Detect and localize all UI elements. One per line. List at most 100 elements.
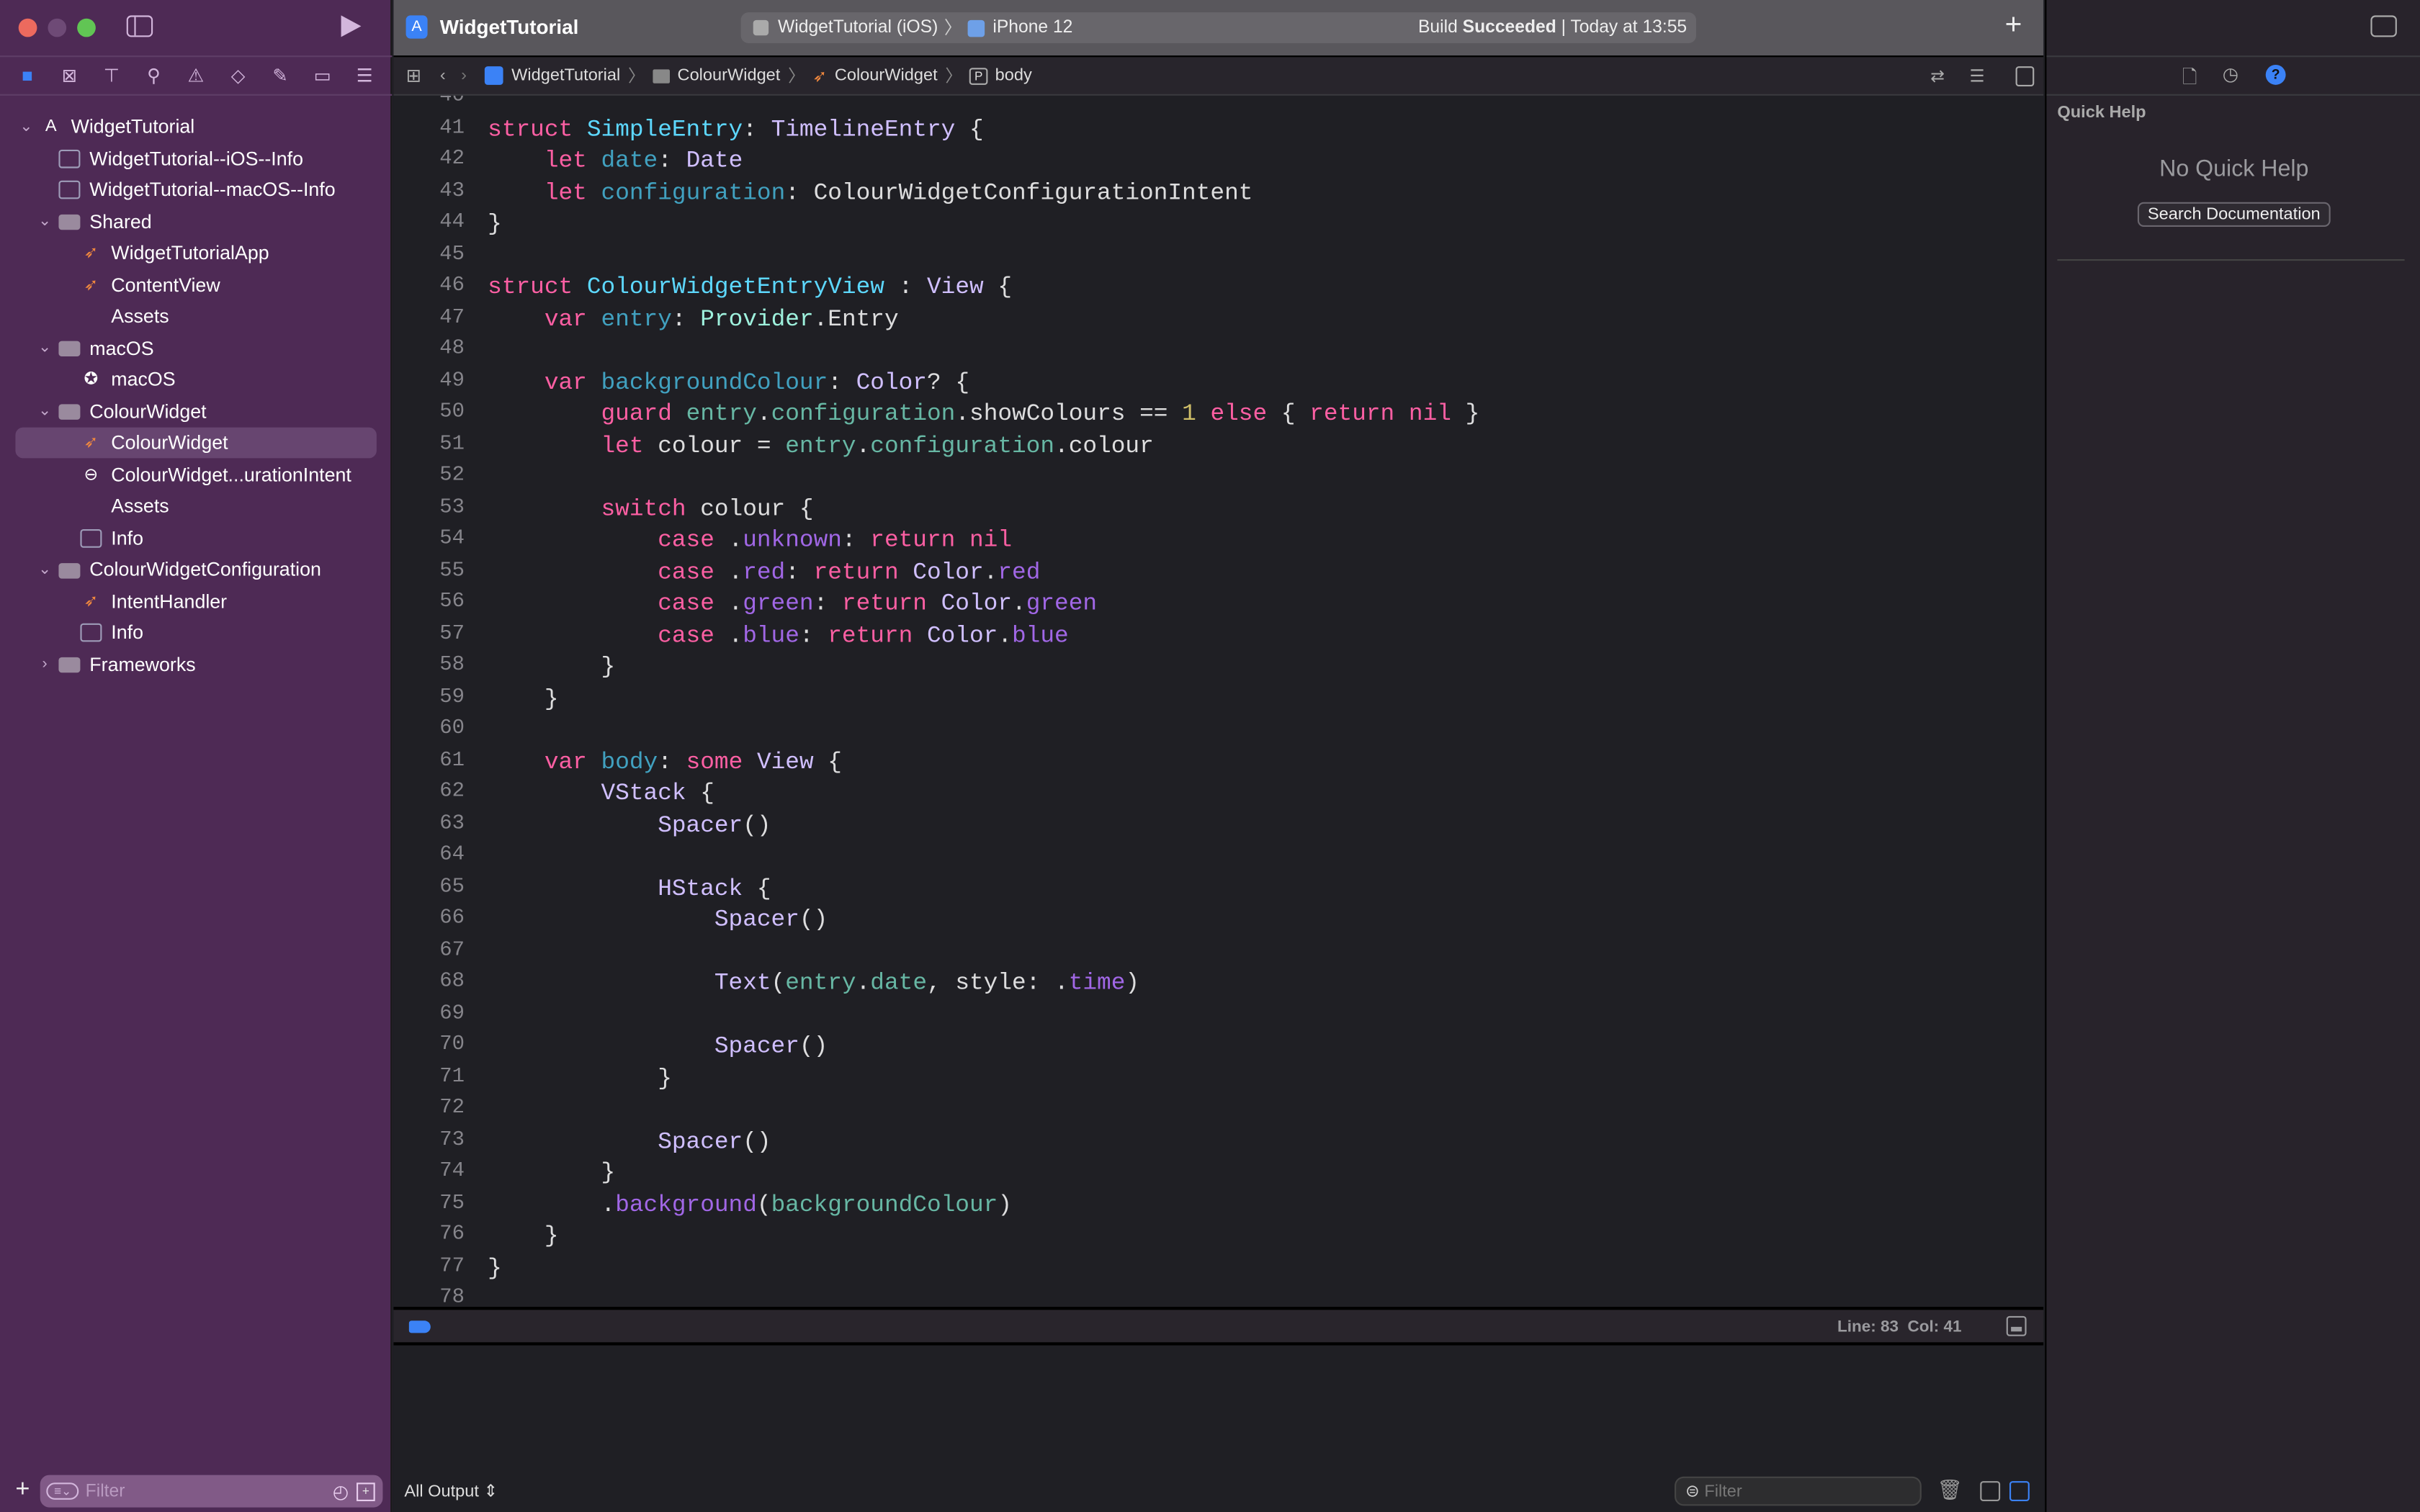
code-token: : <box>828 368 856 396</box>
source-editor[interactable]: 40 41 struct SimpleEntry: TimelineEntry {4… <box>393 95 2044 1307</box>
file-tree-item[interactable]: Assets <box>15 301 376 332</box>
code-line: 46 struct ColourWidgetEntryView : View { <box>393 271 2029 303</box>
issue-warning-icon[interactable]: ⚠ <box>184 65 208 86</box>
intent-icon: ⊖ <box>84 465 99 484</box>
related-items-icon[interactable]: ⊞ <box>406 65 422 86</box>
chevron-down-icon[interactable]: ⌄ <box>37 339 52 356</box>
file-inspector-icon[interactable]: 🗋 <box>2182 63 2197 96</box>
file-tree-item[interactable]: Info <box>15 617 376 648</box>
code-token: var <box>544 368 587 396</box>
file-tree-item[interactable]: ⌄ macOS <box>15 333 376 364</box>
code-text: case .blue: return Color.blue <box>488 619 1069 651</box>
report-icon[interactable]: ☰ <box>352 65 377 86</box>
add-editor-icon[interactable] <box>2015 66 2035 86</box>
chevron-down-icon[interactable]: ⌄ <box>37 402 52 420</box>
show-variables-view-icon[interactable] <box>1980 1481 2001 1501</box>
code-text: Spacer() <box>488 1030 828 1062</box>
file-tree-item[interactable]: ⊖ ColourWidget...urationIntent <box>15 459 376 490</box>
trash-icon[interactable]: 🗑 <box>1937 1478 1962 1503</box>
file-tree-item[interactable]: WidgetTutorial--macOS--Info <box>15 174 376 205</box>
breadcrumb-symbol[interactable]: body <box>995 66 1032 85</box>
forward-button[interactable]: › <box>461 66 467 85</box>
toggle-debug-area-icon[interactable] <box>2006 1315 2027 1336</box>
code-review-icon[interactable]: ⇄ <box>1930 66 1945 86</box>
breadcrumb-group[interactable]: ColourWidget <box>678 66 781 85</box>
chevron-down-icon[interactable]: ⌄ <box>19 118 34 135</box>
output-selector[interactable]: All Output ⇕ <box>404 1481 498 1501</box>
quick-help-icon[interactable]: ? <box>2265 65 2286 85</box>
file-tree-item[interactable]: ⌄ A WidgetTutorial <box>15 111 376 142</box>
file-tree-item[interactable]: WidgetTutorial--iOS--Info <box>15 143 376 174</box>
code-token: green <box>743 589 814 618</box>
search-documentation-button[interactable]: Search Documentation <box>2136 202 2331 227</box>
file-tree-item-label: WidgetTutorialApp <box>111 242 269 264</box>
chevron-right-icon: 〉 <box>627 68 645 86</box>
breadcrumb-project[interactable]: WidgetTutorial <box>511 66 620 85</box>
line-number: 45 <box>439 243 465 266</box>
code-token: } <box>488 210 502 238</box>
close-window-button[interactable] <box>18 18 37 37</box>
code-token: Text <box>714 968 771 997</box>
breakpoint-icon[interactable]: ▭ <box>310 65 335 86</box>
console-filter-field[interactable]: ⊜ Filter <box>1675 1476 1922 1506</box>
chevron-down-icon[interactable]: ⌄ <box>37 561 52 578</box>
add-file-button[interactable]: + <box>15 1477 30 1505</box>
source-control-filter-icon[interactable]: + <box>356 1482 375 1500</box>
code-token: . <box>998 621 1013 649</box>
file-tree-item[interactable]: ➶ IntentHandler <box>15 585 376 616</box>
editor-options-icon[interactable]: ☰ <box>1970 66 1985 86</box>
code-token: } <box>488 1158 616 1187</box>
back-button[interactable]: ‹ <box>440 66 446 85</box>
code-text: let colour = entry.configuration.colour <box>488 430 1154 462</box>
build-time: | Today at 13:55 <box>1561 18 1688 37</box>
debug-area-breakpoint-icon[interactable] <box>408 1320 431 1333</box>
file-tree-item[interactable]: › Frameworks <box>15 649 376 680</box>
run-button[interactable] <box>341 15 362 37</box>
source-control-icon[interactable]: ⊠ <box>57 65 81 86</box>
test-diamond-icon[interactable]: ◇ <box>225 65 250 86</box>
code-token: nil <box>1408 400 1451 428</box>
scheme-selector[interactable]: WidgetTutorial (iOS) <box>778 19 938 37</box>
file-tree-item[interactable]: Assets <box>15 490 376 521</box>
chevron-down-icon[interactable]: ⌄ <box>37 213 52 230</box>
filter-options-icon[interactable]: ≡⌄ <box>46 1482 80 1500</box>
code-token: blue <box>743 621 799 649</box>
folder-icon <box>58 404 81 420</box>
code-text: HStack { <box>488 873 771 904</box>
history-inspector-icon[interactable]: ◷ <box>2223 63 2238 85</box>
debug-spray-icon[interactable]: ✎ <box>268 65 292 86</box>
file-tree-item[interactable]: ⌄ Shared <box>15 206 376 237</box>
file-tree-item-label: WidgetTutorial <box>71 115 195 138</box>
code-text: let date: Date <box>488 145 743 176</box>
filter-placeholder: Filter <box>85 1482 125 1500</box>
symbol-navigator-icon[interactable]: ⊤ <box>99 65 124 86</box>
file-tree-item[interactable]: ➶ WidgetTutorialApp <box>15 238 376 269</box>
recent-files-icon[interactable]: ◴ <box>333 1480 349 1502</box>
file-tree-item[interactable]: ⌄ ColourWidgetConfiguration <box>15 554 376 585</box>
file-tree-item[interactable]: Info <box>15 522 376 553</box>
code-token: ) <box>1125 968 1140 997</box>
navigator-filter-field[interactable]: ≡⌄ Filter ◴ + <box>40 1475 383 1508</box>
find-icon[interactable]: ⚲ <box>141 65 166 86</box>
swift-icon: ➶ <box>84 591 99 611</box>
file-tree-item[interactable]: ➶ ContentView <box>15 269 376 300</box>
file-tree-item[interactable]: ➶ ColourWidget <box>15 427 377 459</box>
toggle-inspector-icon[interactable] <box>2370 15 2397 37</box>
device-selector[interactable]: iPhone 12 <box>992 19 1072 37</box>
chevron-right-icon[interactable]: › <box>37 656 52 673</box>
toolbar: A WidgetTutorial WidgetTutorial (iOS) 〉 … <box>393 0 2044 56</box>
file-tree-item[interactable]: ✪ macOS <box>15 364 376 395</box>
minimize-window-button[interactable] <box>48 18 67 37</box>
zoom-window-button[interactable] <box>77 18 96 37</box>
toggle-sidebar-icon[interactable] <box>126 15 153 37</box>
add-library-button[interactable]: + <box>2005 9 2022 43</box>
code-line: 62 VStack { <box>393 778 2029 809</box>
line-number: 52 <box>439 464 465 488</box>
folder-icon <box>58 562 81 578</box>
breadcrumb-file[interactable]: ColourWidget <box>835 66 938 85</box>
file-tree-item[interactable]: ⌄ ColourWidget <box>15 396 376 427</box>
show-console-view-icon[interactable] <box>2009 1481 2030 1501</box>
project-navigator-icon[interactable]: ■ <box>15 65 40 86</box>
code-token: . <box>856 968 871 997</box>
